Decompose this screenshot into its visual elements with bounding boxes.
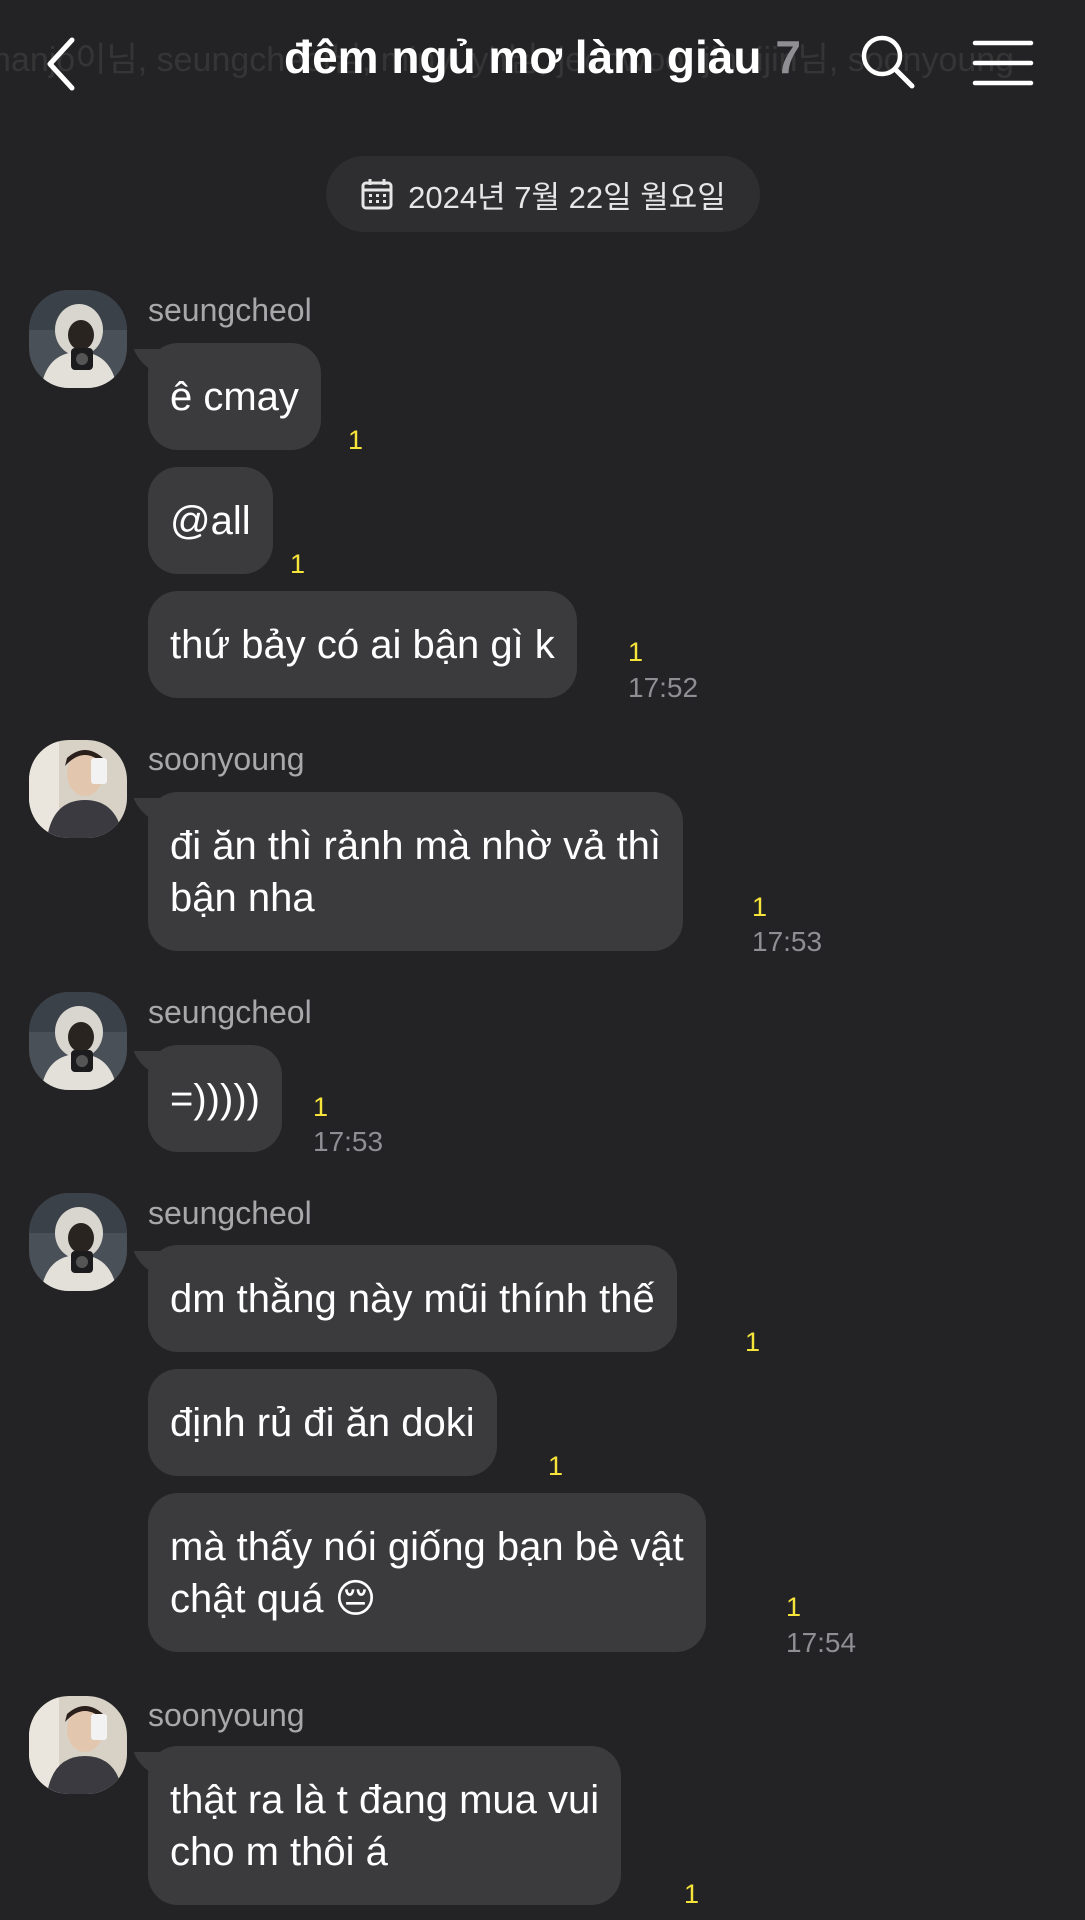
unread-count: 1 xyxy=(752,892,768,922)
message-bubble[interactable]: ê cmay xyxy=(148,343,321,450)
message-text-line: thật ra là t đang mua vui xyxy=(170,1777,600,1822)
message-text: dm thằng này mũi thính thế xyxy=(170,1276,655,1321)
message-bubble[interactable]: mà thấy nói giống bạn bè vật chật quá 😔 xyxy=(148,1493,706,1652)
unread-count: 1 xyxy=(628,637,644,667)
avatar-seungcheol[interactable] xyxy=(29,992,127,1090)
unread-count: 1 xyxy=(313,1092,329,1122)
message-bubble[interactable]: thứ bảy có ai bận gì k xyxy=(148,591,577,698)
hamburger-menu-icon xyxy=(972,40,1034,86)
unread-count: 1 xyxy=(290,549,306,579)
calendar-icon xyxy=(361,179,393,210)
message-text-line: đi ăn thì rảnh mà nhờ vả thì xyxy=(170,823,661,868)
search-icon xyxy=(861,35,915,89)
chat-title: đêm ngủ mơ làm giàu 7 xyxy=(0,30,1085,84)
avatar-soonyoung[interactable] xyxy=(29,1696,127,1794)
avatar-soonyoung[interactable] xyxy=(29,740,127,838)
menu-button[interactable] xyxy=(972,38,1034,88)
member-count: 7 xyxy=(775,31,802,83)
message-text: ê cmay xyxy=(170,374,299,419)
message-time: 17:53 xyxy=(752,926,823,957)
search-button[interactable] xyxy=(858,32,916,90)
message-text-line: cho m thôi á xyxy=(170,1829,388,1874)
message-text-line: bận nha xyxy=(170,875,315,920)
unread-count: 1 xyxy=(348,425,364,455)
sender-name: seungcheol xyxy=(148,292,312,328)
message-bubble[interactable]: định rủ đi ăn doki xyxy=(148,1369,497,1476)
unread-count: 1 xyxy=(786,1592,802,1622)
sender-name: seungcheol xyxy=(148,1195,312,1231)
message-bubble[interactable]: đi ăn thì rảnh mà nhờ vả thì bận nha xyxy=(148,792,683,951)
message-bubble[interactable]: dm thằng này mũi thính thế xyxy=(148,1245,677,1352)
avatar-seungcheol[interactable] xyxy=(29,290,127,388)
message-text-line: chật quá 😔 xyxy=(170,1576,377,1621)
date-divider-text: 2024년 7월 22일 월요일 xyxy=(408,179,726,215)
unread-count: 1 xyxy=(548,1451,564,1481)
profile-photo xyxy=(29,740,127,838)
chat-header: hanjo이님, seungcheol님, minyuyh님, jeonwoo,… xyxy=(0,0,1085,130)
message-text: định rủ đi ăn doki xyxy=(170,1400,475,1445)
message-bubble[interactable]: =))))) xyxy=(148,1045,282,1152)
profile-photo xyxy=(29,290,127,388)
message-text: =))))) xyxy=(170,1076,260,1121)
message-time: 17:53 xyxy=(313,1126,384,1157)
message-text-line: mà thấy nói giống bạn bè vật xyxy=(170,1524,684,1569)
unread-count: 1 xyxy=(684,1879,700,1909)
message-text: thứ bảy có ai bận gì k xyxy=(170,622,555,667)
avatar-seungcheol[interactable] xyxy=(29,1193,127,1291)
profile-photo xyxy=(29,1696,127,1794)
message-time: 17:52 xyxy=(628,672,699,703)
chat-title-text: đêm ngủ mơ làm giàu xyxy=(283,31,762,83)
message-bubble[interactable]: @all xyxy=(148,467,273,574)
profile-photo xyxy=(29,1193,127,1291)
unread-count: 1 xyxy=(745,1327,761,1357)
sender-name: soonyoung xyxy=(148,1697,305,1733)
sender-name: seungcheol xyxy=(148,994,312,1030)
message-time: 17:54 xyxy=(786,1627,857,1658)
profile-photo xyxy=(29,992,127,1090)
sender-name: soonyoung xyxy=(148,741,305,777)
message-text: @all xyxy=(170,498,251,543)
message-bubble[interactable]: thật ra là t đang mua vui cho m thôi á xyxy=(148,1746,622,1905)
date-divider: 2024년 7월 22일 월요일 xyxy=(326,156,760,232)
